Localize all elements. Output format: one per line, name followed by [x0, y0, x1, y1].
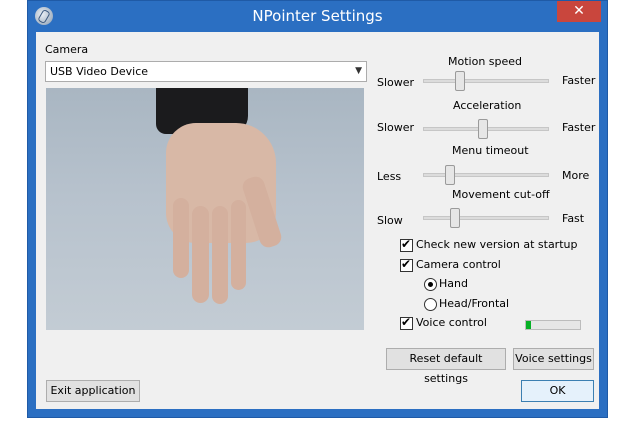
title-bar[interactable]: NPointer Settings ✕ — [28, 1, 607, 32]
menu-timeout-min-label: Less — [377, 170, 402, 183]
voice-level-meter — [525, 320, 581, 330]
check-version-label[interactable]: Check new version at startup — [416, 238, 577, 251]
hand-radio[interactable] — [424, 278, 437, 291]
motion-speed-min-label: Slower — [377, 76, 415, 89]
camera-preview — [46, 88, 364, 330]
menu-timeout-max-label: More — [562, 169, 590, 182]
head-frontal-radio[interactable] — [424, 298, 437, 311]
camera-label: Camera — [45, 43, 89, 56]
voice-level-fill — [526, 321, 532, 329]
menu-timeout-slider[interactable] — [423, 173, 549, 177]
preview-finger — [173, 198, 189, 278]
menu-timeout-title: Menu timeout — [452, 144, 529, 157]
movement-cutoff-min-label: Slow — [377, 214, 403, 227]
check-version-checkbox[interactable]: ✔ — [400, 237, 413, 252]
close-button[interactable]: ✕ — [557, 1, 601, 22]
checkmark-icon: ✔ — [401, 257, 412, 271]
exit-application-button[interactable]: Exit application — [46, 380, 140, 402]
movement-cutoff-title: Movement cut-off — [452, 188, 550, 201]
hand-radio-label[interactable]: Hand — [439, 277, 468, 290]
motion-speed-max-label: Faster — [562, 74, 596, 87]
menu-timeout-thumb[interactable] — [445, 165, 456, 185]
dialog-body: Camera USB Video Device ▼ Motion speed S… — [36, 32, 599, 409]
voice-settings-button[interactable]: Voice settings — [513, 348, 594, 370]
acceleration-title: Acceleration — [453, 99, 522, 112]
checkmark-icon: ✔ — [401, 315, 412, 329]
motion-speed-thumb[interactable] — [455, 71, 466, 91]
acceleration-thumb[interactable] — [477, 119, 488, 139]
camera-control-label[interactable]: Camera control — [416, 258, 501, 271]
camera-control-checkbox[interactable]: ✔ — [400, 257, 413, 272]
camera-select-value: USB Video Device — [50, 65, 149, 78]
chevron-down-icon: ▼ — [355, 66, 362, 76]
preview-finger — [192, 206, 209, 303]
movement-cutoff-slider[interactable] — [423, 216, 549, 220]
radio-dot-icon — [428, 282, 433, 287]
window-title: NPointer Settings — [252, 7, 383, 25]
movement-cutoff-max-label: Fast — [562, 212, 585, 225]
settings-window: NPointer Settings ✕ Camera USB Video Dev… — [27, 0, 608, 418]
motion-speed-title: Motion speed — [448, 55, 523, 68]
acceleration-max-label: Faster — [562, 121, 596, 134]
voice-control-label[interactable]: Voice control — [416, 316, 487, 329]
acceleration-min-label: Slower — [377, 121, 415, 134]
checkmark-icon: ✔ — [401, 237, 412, 251]
reset-defaults-button[interactable]: Reset default settings — [386, 348, 506, 385]
preview-finger — [231, 200, 246, 290]
preview-finger — [212, 206, 228, 304]
motion-speed-slider[interactable] — [423, 79, 549, 83]
head-frontal-radio-label[interactable]: Head/Frontal — [439, 297, 509, 310]
movement-cutoff-thumb[interactable] — [449, 208, 460, 228]
ok-button[interactable]: OK — [521, 380, 594, 402]
voice-control-checkbox[interactable]: ✔ — [400, 315, 413, 330]
camera-select[interactable]: USB Video Device ▼ — [45, 61, 367, 82]
